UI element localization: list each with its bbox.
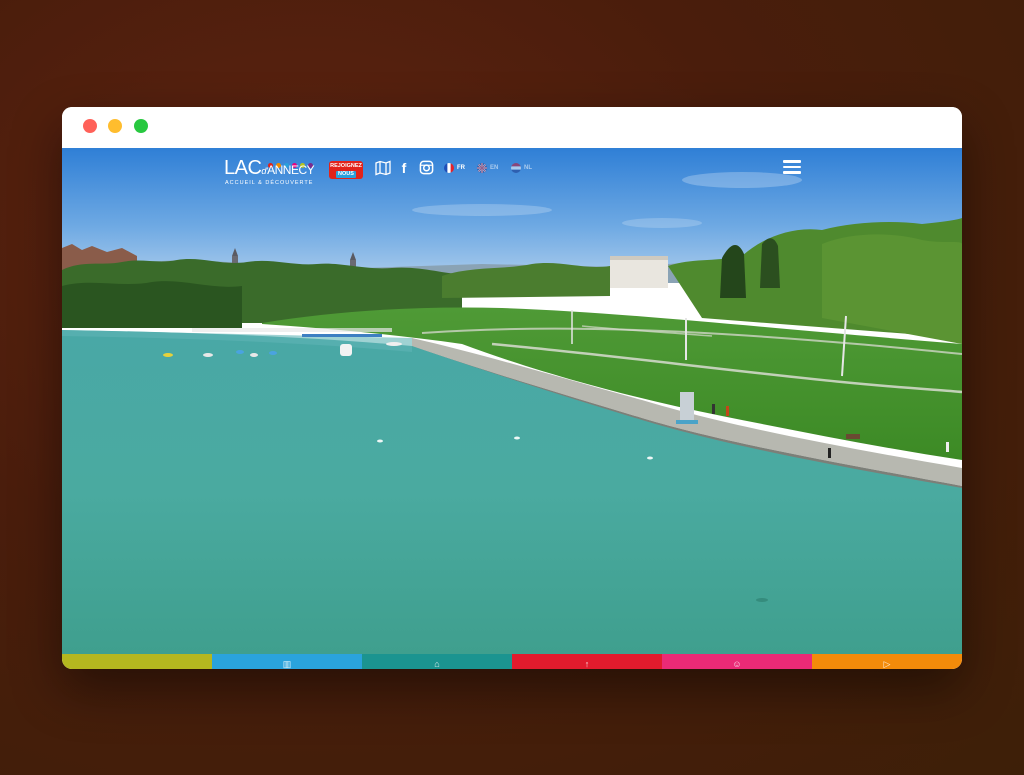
hamburger-menu-icon[interactable] bbox=[783, 160, 801, 174]
category-tab-4[interactable]: ↑ bbox=[512, 654, 662, 669]
minimize-window-button[interactable] bbox=[108, 119, 122, 133]
hero-lake-image bbox=[62, 148, 962, 654]
building-icon: ▥ bbox=[282, 659, 292, 669]
page-viewport: LACd'ANNECY ACCUEIL & DÉCOUVERTE REJOIGN… bbox=[62, 148, 962, 669]
category-tab-3[interactable]: ⌂ bbox=[362, 654, 512, 669]
site-logo[interactable]: LACd'ANNECY ACCUEIL & DÉCOUVERTE bbox=[224, 157, 324, 187]
logo-wordmark: LACd'ANNECY bbox=[224, 157, 315, 182]
flag-fr-icon bbox=[444, 163, 454, 173]
language-en-label: EN bbox=[490, 165, 499, 171]
category-tab-5[interactable]: ☺ bbox=[662, 654, 812, 669]
maximize-window-button[interactable] bbox=[134, 119, 148, 133]
language-nl[interactable]: NL bbox=[511, 162, 532, 174]
logo-annecy-text: ANNECY bbox=[267, 163, 315, 177]
category-tab-1[interactable] bbox=[62, 654, 212, 669]
window-titlebar bbox=[62, 107, 962, 148]
join-us-line2: NOUS bbox=[336, 171, 356, 178]
join-us-button[interactable]: REJOIGNEZ NOUS bbox=[329, 161, 363, 179]
dome-icon: ⌂ bbox=[434, 659, 440, 669]
people-icon: ☺ bbox=[732, 659, 742, 669]
instagram-icon[interactable] bbox=[419, 160, 435, 176]
language-fr-label: FR bbox=[457, 165, 465, 171]
join-us-line1: REJOIGNEZ bbox=[330, 163, 362, 169]
play-icon: ▷ bbox=[883, 659, 891, 669]
flag-uk-icon bbox=[477, 163, 487, 173]
logo-tagline: ACCUEIL & DÉCOUVERTE bbox=[225, 180, 314, 186]
map-icon[interactable] bbox=[375, 160, 391, 176]
category-tab-6[interactable]: ▷ bbox=[812, 654, 962, 669]
language-nl-label: NL bbox=[524, 165, 532, 171]
category-tab-2[interactable]: ▥ bbox=[212, 654, 362, 669]
browser-window: LACd'ANNECY ACCUEIL & DÉCOUVERTE REJOIGN… bbox=[62, 107, 962, 669]
logo-lac-text: LAC bbox=[224, 157, 262, 179]
close-window-button[interactable] bbox=[83, 119, 97, 133]
facebook-icon[interactable]: f bbox=[399, 160, 409, 176]
language-en[interactable]: EN bbox=[477, 162, 498, 174]
arrow-icon: ↑ bbox=[584, 659, 590, 669]
language-fr[interactable]: FR bbox=[444, 162, 465, 174]
category-color-bar: ▥ ⌂ ↑ ☺ ▷ bbox=[62, 654, 962, 669]
flag-nl-icon bbox=[511, 163, 521, 173]
